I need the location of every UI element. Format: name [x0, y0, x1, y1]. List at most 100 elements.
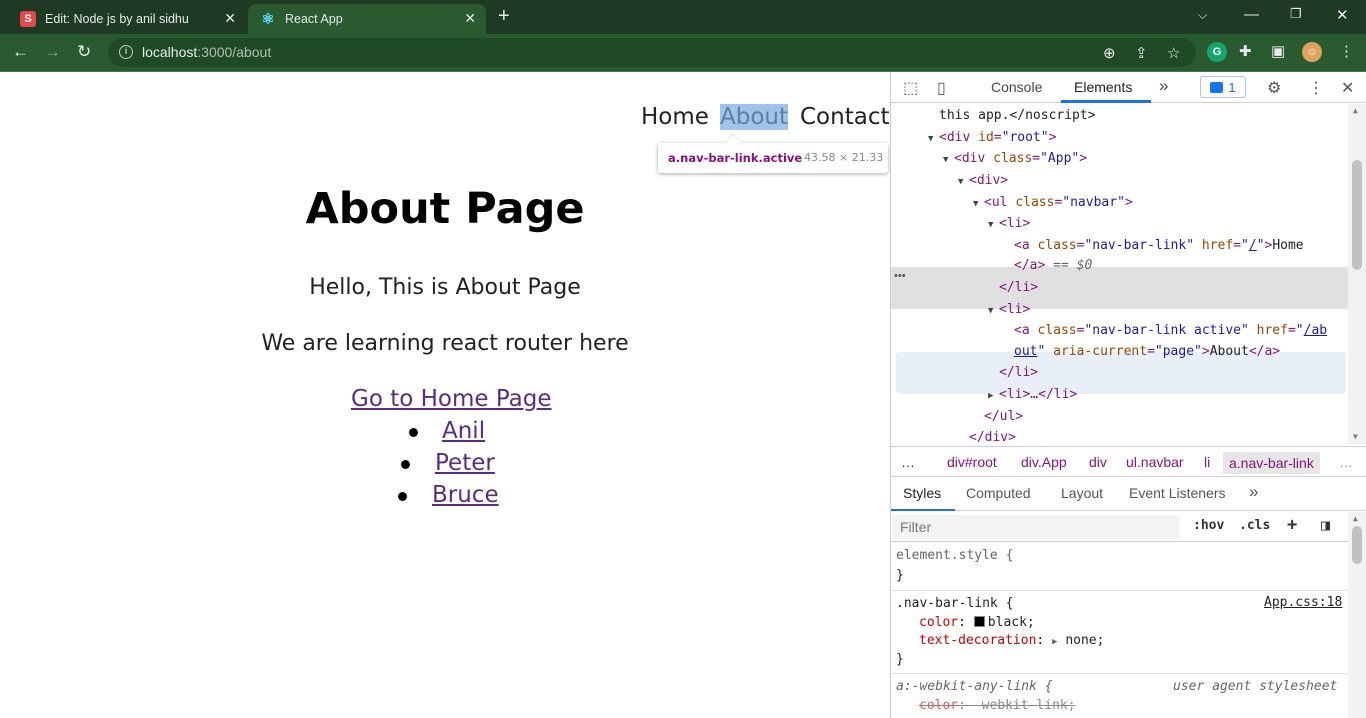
site-info-icon[interactable]: i [119, 45, 133, 59]
tree-line-a-about[interactable]: <a class="nav-bar-link active" href="/ab [1014, 321, 1327, 341]
address-toolbar: ← → ↻ i localhost:3000/about ⊕ ⇪ ☆ G ✚ ▣… [0, 34, 1366, 71]
breadcrumb-li[interactable]: li [1204, 454, 1210, 470]
extensions-puzzle-icon[interactable]: ✚ [1239, 42, 1252, 60]
style-prop-text-decoration[interactable]: text-decoration: ▶ none; [919, 632, 1104, 650]
breadcrumb-div-app[interactable]: div.App [1021, 454, 1067, 470]
scroll-down-icon: ▼ [1353, 432, 1358, 441]
back-arrow-icon[interactable]: ← [12, 42, 29, 62]
tooltip-selector: a.nav-bar-link.active [668, 151, 803, 165]
share-icon[interactable]: ⇪ [1135, 44, 1148, 62]
nav-bar-link-rule[interactable]: .nav-bar-link { [896, 595, 1013, 613]
more-tabs-icon[interactable]: » [1159, 76, 1168, 96]
tree-line-ul[interactable]: ▼ <ul class="navbar"> [973, 193, 1133, 213]
toggle-sidebar-icon[interactable]: ◨ [1321, 516, 1330, 534]
side-panel-icon[interactable]: ▣ [1271, 42, 1285, 60]
more-tabs-icon[interactable]: » [1249, 482, 1258, 502]
tree-line-li[interactable]: ▼ <li> [988, 300, 1030, 320]
tooltip-dimensions: 43.58 × 21.33 [804, 151, 884, 164]
settings-gear-icon[interactable]: ⚙ [1267, 78, 1281, 98]
tree-line-a-close[interactable]: </a> == $0 [1014, 256, 1092, 276]
styles-scrollbar[interactable]: ▲ [1348, 512, 1366, 718]
reload-icon[interactable]: ↻ [77, 42, 91, 62]
list-bullet [398, 492, 407, 501]
profile-avatar[interactable]: ☺ [1302, 42, 1322, 62]
tab-layout[interactable]: Layout [1061, 485, 1103, 501]
tree-line-a-home[interactable]: <a class="nav-bar-link" href="/">Home [1014, 236, 1304, 256]
close-tab-icon[interactable]: ✕ [464, 10, 476, 27]
restore-icon[interactable]: ❐ [1290, 6, 1302, 22]
tree-line-div-close[interactable]: </div> [969, 428, 1016, 446]
breadcrumb-div-root[interactable]: div#root [947, 454, 997, 470]
forward-arrow-icon[interactable]: → [44, 42, 61, 62]
browser-menu-icon[interactable]: ⋮ [1339, 42, 1354, 60]
nav-link-home[interactable]: Home [641, 104, 709, 130]
styles-filter-input[interactable] [893, 515, 1179, 539]
nav-link-contact[interactable]: Contact [800, 104, 889, 130]
scroll-thumb[interactable] [1352, 526, 1362, 564]
window-close-icon[interactable]: ✕ [1336, 6, 1349, 24]
breadcrumb-overflow[interactable]: … [901, 454, 915, 470]
tree-line[interactable]: this app.</noscript> [939, 106, 1096, 126]
devtools-toolbar: ⬚ ▯ Console Elements » 1 ⚙ ⋮ ✕ [891, 72, 1366, 103]
tab-edit-node-js[interactable]: S Edit: Node js by anil sidhu ✕ [8, 4, 246, 34]
tree-line-li-close[interactable]: </li> [999, 363, 1038, 383]
list-item-link[interactable]: Anil [442, 418, 485, 444]
breadcrumb-a-nav-bar-link[interactable]: a.nav-bar-link [1223, 452, 1320, 474]
node-actions-icon[interactable]: ••• [894, 270, 906, 282]
tab-react-app[interactable]: ⚛ React App ✕ [248, 4, 486, 34]
tab-search-icon[interactable]: ⌵ [1198, 8, 1207, 23]
home-page-link[interactable]: Go to Home Page [351, 386, 552, 412]
scroll-up-icon: ▲ [1353, 514, 1358, 523]
tree-line-div-app[interactable]: ▼ <div class="App"> [943, 149, 1087, 169]
close-tab-icon[interactable]: ✕ [224, 10, 236, 27]
device-toolbar-icon[interactable]: ▯ [937, 78, 946, 98]
grammarly-extension-icon[interactable]: G [1207, 42, 1227, 62]
tab-elements[interactable]: Elements [1074, 79, 1132, 95]
color-swatch-icon [973, 616, 985, 627]
tab-styles[interactable]: Styles [903, 485, 941, 501]
bookmark-star-icon[interactable]: ☆ [1167, 44, 1180, 62]
minimize-icon[interactable]: — [1244, 6, 1259, 23]
element-style-rule[interactable]: element.style { [896, 547, 1013, 565]
list-item-link[interactable]: Peter [435, 450, 495, 476]
breadcrumb-overflow-right[interactable]: … [1339, 454, 1353, 470]
message-icon [1210, 81, 1224, 93]
close-devtools-icon[interactable]: ✕ [1341, 78, 1354, 98]
new-tab-button[interactable]: + [498, 5, 510, 28]
tree-line-li-close[interactable]: </li> [999, 278, 1038, 298]
hover-state-toggle[interactable]: :hov [1193, 518, 1224, 533]
source-link-app-css[interactable]: App.css:18 [1264, 595, 1342, 610]
elements-scrollbar[interactable]: ▲ ▼ [1348, 104, 1366, 444]
list-item-link[interactable]: Bruce [432, 482, 499, 508]
inspect-element-icon[interactable]: ⬚ [903, 78, 918, 98]
tab-console[interactable]: Console [991, 79, 1042, 95]
style-prop-color[interactable]: color: black; [919, 614, 1035, 632]
breadcrumb-ul-navbar[interactable]: ul.navbar [1126, 454, 1184, 470]
tab-computed[interactable]: Computed [966, 485, 1031, 501]
new-rule-plus-icon[interactable]: + [1287, 515, 1297, 535]
site-favicon-icon: S [20, 11, 36, 27]
zoom-icon[interactable]: ⊕ [1103, 44, 1116, 62]
class-toggle[interactable]: .cls [1239, 518, 1270, 533]
nav-link-about[interactable]: About [720, 104, 789, 130]
collapsed-triangle-icon: ▶ [988, 391, 994, 401]
tab-title: React App [285, 12, 343, 26]
expand-triangle-icon: ▼ [973, 199, 979, 209]
url-text[interactable]: localhost:3000/about [142, 44, 271, 60]
tree-line-li[interactable]: ▼ <li> [988, 214, 1030, 234]
ua-style-prop-color[interactable]: color: -webkit-link; [919, 697, 1076, 715]
tab-event-listeners[interactable]: Event Listeners [1129, 485, 1226, 501]
devtools-menu-icon[interactable]: ⋮ [1308, 78, 1324, 98]
tree-line-a-about-cont[interactable]: out" aria-current="page">About</a> [1014, 342, 1280, 362]
tree-line-div[interactable]: ▼ <div> [958, 171, 1008, 191]
issues-badge[interactable]: 1 [1200, 76, 1246, 98]
scroll-thumb[interactable] [1352, 160, 1362, 270]
expand-triangle-icon: ▼ [988, 220, 994, 230]
tree-line-li-collapsed[interactable]: ▶ <li>…</li> [988, 385, 1077, 405]
tab-strip: S Edit: Node js by anil sidhu ✕ ⚛ React … [0, 0, 1366, 34]
ua-rule-selector[interactable]: a:-webkit-any-link { [896, 678, 1053, 696]
address-bar[interactable]: i localhost:3000/about ⊕ ⇪ ☆ [108, 38, 1196, 67]
breadcrumb-div[interactable]: div [1089, 454, 1107, 470]
tree-line-div-root[interactable]: ▼ <div id="root"> [928, 128, 1056, 148]
tree-line-ul-close[interactable]: </ul> [984, 407, 1023, 427]
